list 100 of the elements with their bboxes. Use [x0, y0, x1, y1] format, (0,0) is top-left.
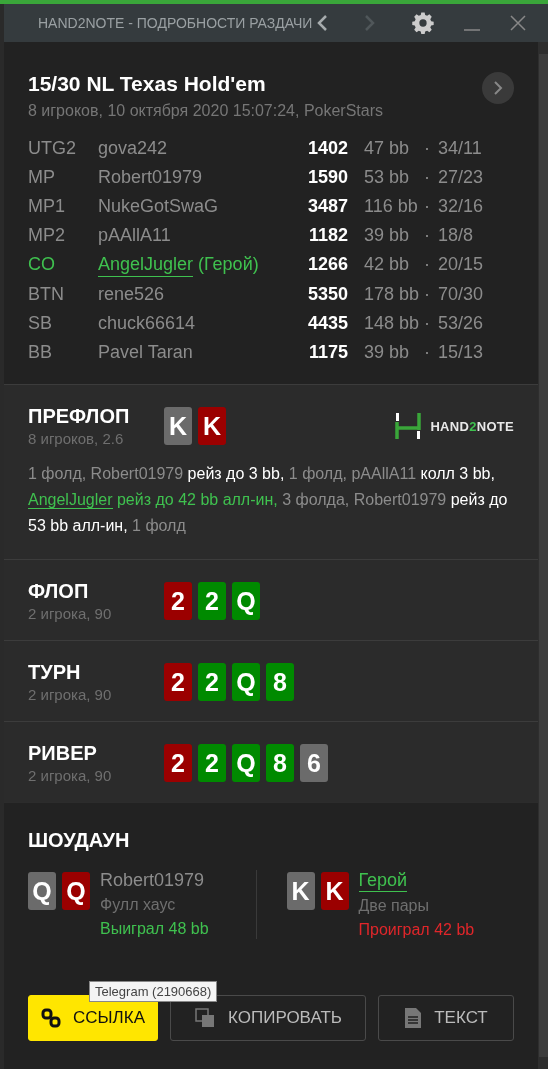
stack-bb: 47 bb [363, 137, 411, 160]
seat-position: SB [28, 312, 53, 335]
street-subtitle: 8 игроков, 2.6 [28, 430, 125, 447]
street-subtitle: 2 игрока, 90 [28, 686, 113, 703]
action-summary: 1 фолд, Robert01979 рейз до 3 bb, 1 фолд, pAAllA11 колл 3 bb, AngelJugler рейз до 42 bb алл-ин, 3 фолда, Robert01979 рейз до 53 bb алл-ин, 1 фолд [28, 464, 509, 536]
chain-link-icon [41, 1008, 61, 1028]
street-title: ПРЕФЛОП [28, 405, 131, 428]
hero-link[interactable]: Герой [358, 870, 408, 892]
document-icon [404, 1007, 423, 1029]
stack-bb: 116 bb [363, 195, 419, 218]
hand-combination: Фулл хаус [100, 896, 177, 914]
player-name: NukeGotSwaG [98, 195, 220, 218]
separator-dot: · [424, 312, 431, 335]
player-name: rene526 [98, 283, 166, 306]
stack-amount: 4435 [306, 312, 348, 335]
street-title: ФЛОП [28, 580, 90, 603]
seat-position: CO [28, 253, 56, 276]
stack-amount: 1266 [306, 253, 348, 276]
minimize-icon [464, 29, 481, 31]
playing-card: Q [232, 582, 260, 620]
seat-position: MP [28, 166, 56, 189]
playing-card: K [164, 407, 192, 445]
street-title: РИВЕР [28, 742, 98, 765]
street-title: ТУРН [28, 661, 82, 684]
playing-card: K [286, 872, 315, 910]
player-stats: 32/16 [438, 195, 485, 218]
stack-amount: 5350 [306, 283, 348, 306]
next-button[interactable] [482, 72, 514, 104]
seat-position: UTG2 [28, 137, 77, 160]
separator-dot: · [424, 195, 431, 218]
stack-bb: 39 bb [363, 224, 411, 247]
seat-position: BTN [28, 283, 65, 306]
player-stats: 27/23 [438, 166, 485, 189]
hand-combination: Две пары [358, 897, 430, 915]
showdown-title: ШОУДАУН [28, 829, 131, 852]
player-stats: 18/8 [438, 224, 475, 247]
playing-card: 6 [300, 744, 328, 782]
player-stats: 53/26 [438, 312, 485, 335]
seat-position: MP1 [28, 195, 66, 218]
stack-bb: 53 bb [363, 166, 411, 189]
chevron-right-icon [493, 81, 503, 95]
separator-dot: · [424, 253, 431, 276]
player-name: Pavel Taran [98, 341, 194, 364]
stack-bb: 39 bb [363, 341, 411, 364]
stack-bb: 42 bb [363, 253, 411, 276]
copy-icon [194, 1007, 217, 1029]
text-button[interactable]: ТЕКСТ [378, 995, 514, 1041]
stack-amount: 1402 [306, 137, 348, 160]
stack-bb: 178 bb [363, 283, 421, 306]
player-stats: 34/11 [438, 137, 483, 160]
playing-card: 2 [198, 582, 226, 620]
seat-position: MP2 [28, 224, 66, 247]
playing-card: Q [28, 872, 56, 910]
hand-subtitle: 8 игроков, 10 октября 2020 15:07:24, PokerStars [28, 102, 384, 120]
tooltip: Telegram (2190668) [89, 981, 218, 1002]
separator-dot: · [424, 137, 431, 160]
player-link[interactable]: AngelJugler [98, 252, 194, 277]
scrollbar[interactable] [538, 42, 548, 1069]
separator-dot: · [424, 283, 431, 306]
player-stats: 15/13 [438, 341, 485, 364]
playing-card: Q [232, 744, 260, 782]
stack-amount: 3487 [306, 195, 348, 218]
playing-card: 2 [164, 744, 192, 782]
playing-card: 8 [266, 744, 294, 782]
separator-dot: · [424, 166, 431, 189]
playing-card: Q [62, 872, 90, 910]
hero-label: (Герой) [198, 253, 259, 276]
playing-card: 8 [266, 663, 294, 701]
stack-bb: 148 bb [363, 312, 421, 335]
separator-dot: · [424, 341, 431, 364]
player-stats: 70/30 [438, 283, 485, 306]
result-text: Выиграл 48 bb [100, 920, 209, 938]
result-text: Проиграл 42 bb [358, 921, 475, 939]
playing-card: 2 [198, 663, 226, 701]
playing-card: 2 [198, 744, 226, 782]
chevron-right-icon [364, 14, 377, 32]
logo-icon [394, 411, 423, 441]
stack-amount: 1182 [307, 224, 348, 247]
player-link[interactable]: AngelJugler [28, 491, 113, 509]
playing-card: 2 [164, 663, 192, 701]
player-stats: 20/15 [438, 253, 485, 276]
player-name: chuck66614 [98, 312, 197, 335]
logo-text: HAND2NOTE [430, 418, 514, 434]
street-subtitle: 2 игрока, 90 [28, 767, 113, 784]
separator-dot: · [424, 224, 431, 247]
player-name: pAAllA11 [98, 224, 172, 247]
window-title: HAND2NOTE - ПОДРОБНОСТИ РАЗДАЧИ [38, 15, 313, 31]
player-name: gova242 [98, 137, 169, 160]
stack-amount: 1175 [307, 341, 348, 364]
player-name: Robert01979 [98, 166, 204, 189]
chevron-left-icon [316, 14, 329, 32]
hand-title: 15/30 NL Texas Hold'em [28, 72, 267, 96]
stack-amount: 1590 [306, 166, 348, 189]
seat-position: BB [28, 341, 53, 364]
player-name: Robert01979 [100, 870, 206, 891]
playing-card: K [320, 872, 349, 910]
playing-card: Q [232, 663, 260, 701]
street-subtitle: 2 игрока, 90 [28, 605, 113, 622]
playing-card: 2 [164, 582, 192, 620]
playing-card: K [198, 407, 226, 445]
